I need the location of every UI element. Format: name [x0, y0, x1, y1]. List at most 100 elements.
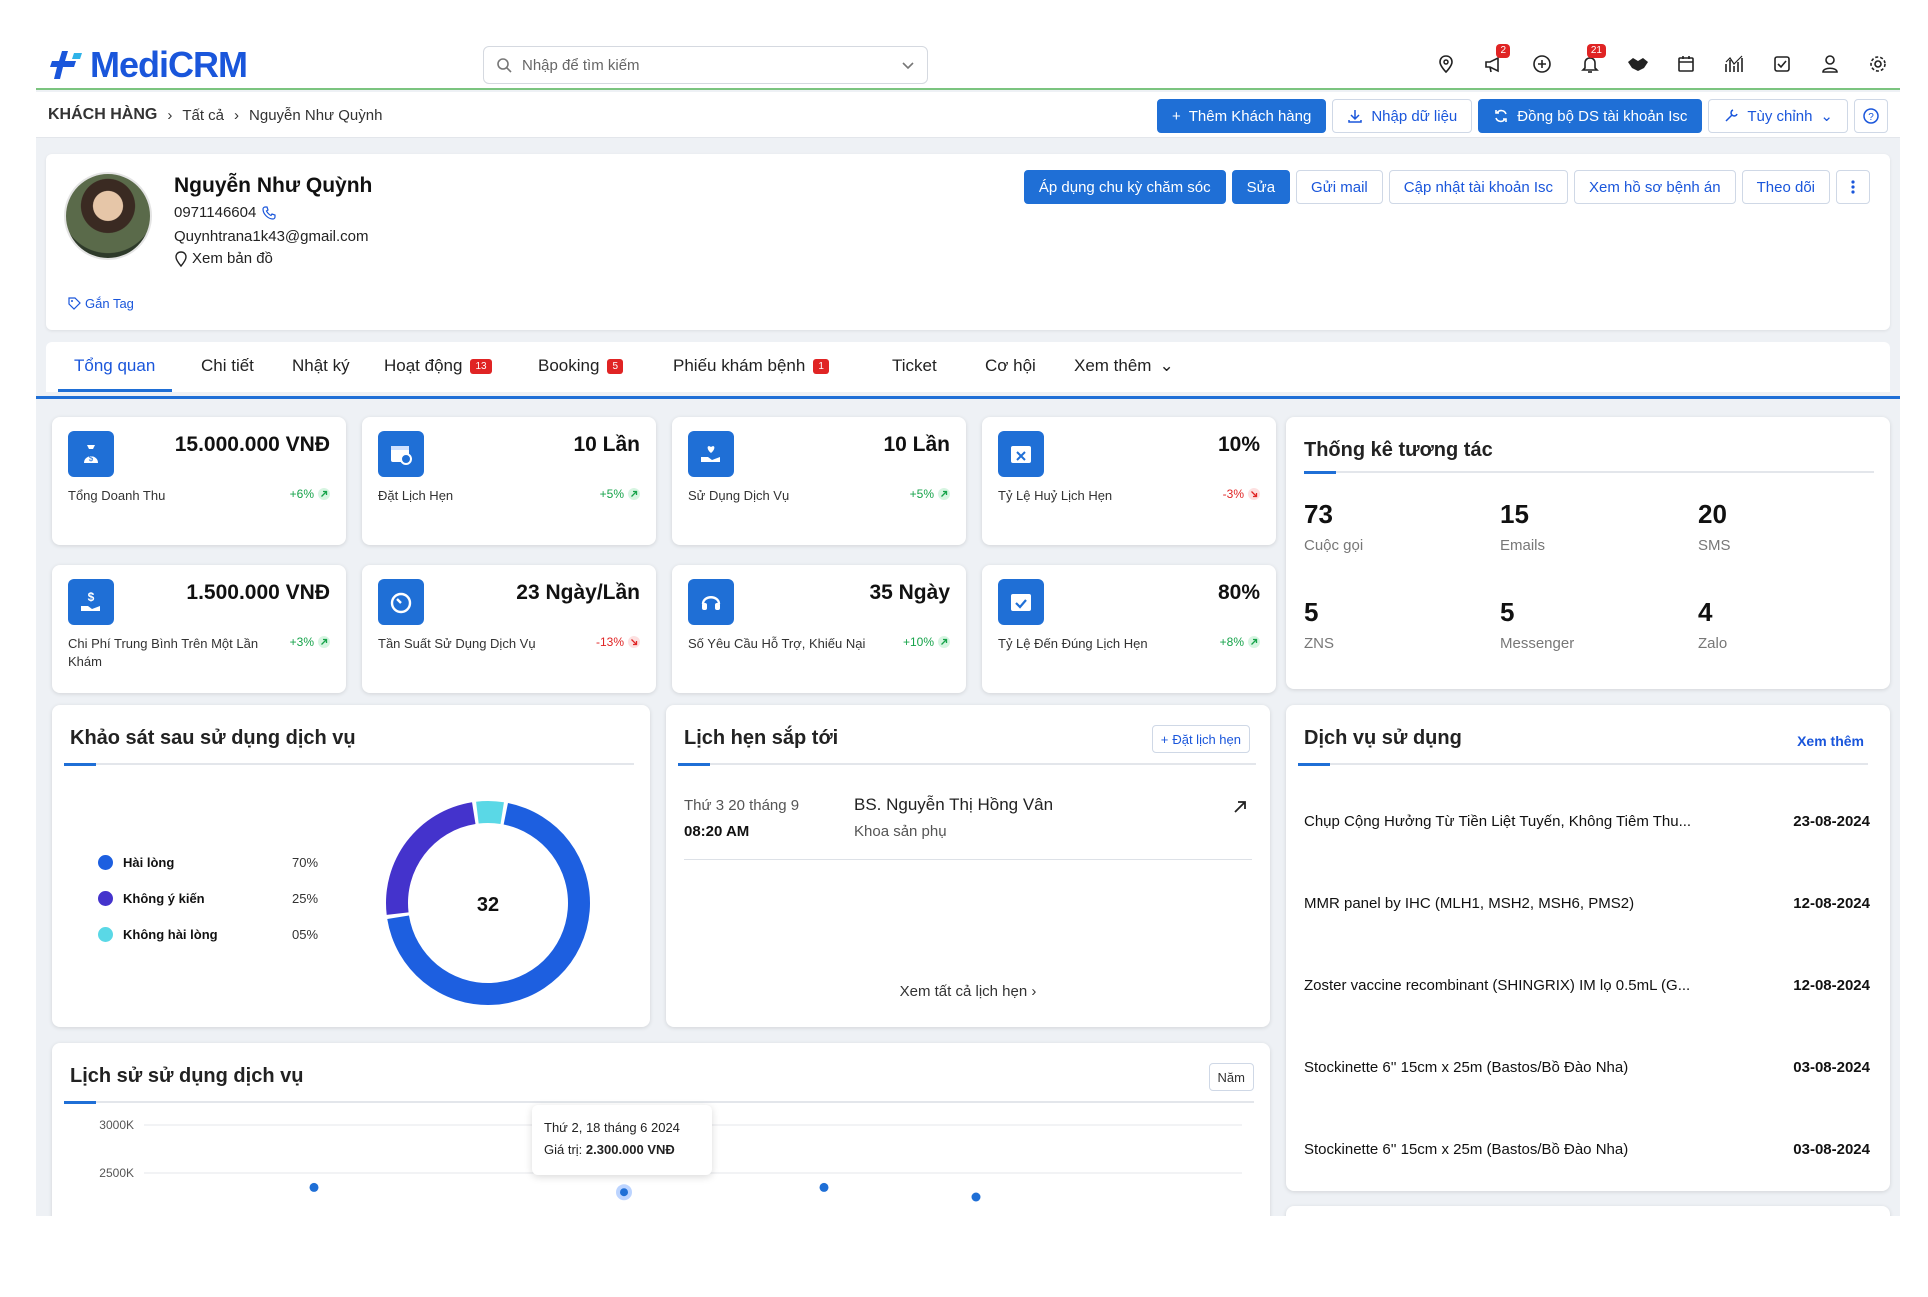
top-bar: MediCRM Nhập để tìm kiếm 2 21 — [36, 36, 1900, 90]
breadcrumb-root[interactable]: KHÁCH HÀNG — [48, 106, 157, 124]
legend-item: Không hài lòng 05% — [98, 927, 318, 942]
tab-badge: 13 — [470, 358, 492, 374]
svg-text:?: ? — [1868, 112, 1874, 123]
money-bag-icon: $ — [68, 431, 114, 477]
service-date: 12-08-2024 — [1793, 977, 1870, 994]
chart-point[interactable] — [971, 1192, 981, 1202]
more-options-button[interactable] — [1836, 170, 1870, 204]
update-isc-button[interactable]: Cập nhật tài khoản Isc — [1388, 170, 1569, 204]
tab-label: Hoạt động — [384, 356, 463, 375]
stat-label: Cuộc gọi — [1304, 537, 1364, 554]
import-label: Nhập dữ liệu — [1371, 107, 1458, 125]
donut-slice-2[interactable] — [386, 802, 476, 915]
service-name: Zoster vaccine recombinant (SHINGRIX) IM… — [1304, 977, 1691, 994]
phone-icon[interactable] — [262, 205, 276, 220]
kpi-delta: +5% — [910, 487, 950, 501]
stat-label: Zalo — [1698, 635, 1728, 652]
handshake-icon[interactable] — [1620, 46, 1656, 82]
tab-medical-slip[interactable]: Phiếu khám bệnh 1 — [673, 356, 829, 376]
service-row[interactable]: Zoster vaccine recombinant (SHINGRIX) IM… — [1304, 977, 1870, 994]
view-all-appointments-link[interactable]: Xem tất cả lịch hẹn › — [666, 983, 1270, 1000]
tab-more[interactable]: Xem thêm ⌄ — [1074, 356, 1174, 376]
profile-actions: Áp dụng chu kỳ chăm sóc Sửa Gửi mail Cập… — [1023, 170, 1870, 204]
avatar[interactable] — [64, 172, 152, 260]
bell-icon[interactable]: 21 — [1572, 44, 1608, 82]
help-button[interactable]: ? — [1854, 99, 1888, 133]
survey-title: Khảo sát sau sử dụng dịch vụ — [70, 727, 356, 749]
legend-item: Hài lòng 70% — [98, 855, 318, 870]
service-row[interactable]: Stockinette 6'' 15cm x 25m (Bastos/Bồ Đà… — [1304, 1059, 1870, 1076]
service-date: 03-08-2024 — [1793, 1059, 1870, 1076]
import-button[interactable]: Nhập dữ liệu — [1332, 99, 1473, 133]
megaphone-icon[interactable]: 2 — [1476, 44, 1512, 82]
kpi-label: Tổng Doanh Thu — [68, 488, 166, 503]
tab-booking[interactable]: Booking 5 — [538, 356, 623, 376]
user-icon[interactable] — [1812, 46, 1848, 82]
view-medical-record-button[interactable]: Xem hồ sơ bệnh án — [1574, 170, 1736, 204]
tab-ticket[interactable]: Ticket — [892, 356, 937, 376]
tab-log[interactable]: Nhật ký — [292, 356, 350, 376]
trend-up-icon — [938, 488, 950, 500]
heart-hand-icon — [688, 431, 734, 477]
service-row[interactable]: Stockinette 6'' 15cm x 25m (Bastos/Bồ Đà… — [1304, 1141, 1870, 1158]
customize-label: Tùy chỉnh — [1747, 107, 1813, 125]
chart-tooltip: Thứ 2, 18 tháng 6 2024 Giá trị: 2.300.00… — [532, 1105, 712, 1175]
apply-care-cycle-button[interactable]: Áp dụng chu kỳ chăm sóc — [1023, 170, 1226, 204]
task-check-icon[interactable] — [1764, 46, 1800, 82]
follow-button[interactable]: Theo dõi — [1741, 170, 1830, 204]
chart-point[interactable] — [616, 1184, 632, 1201]
add-appointment-button[interactable]: + Đặt lịch hẹn — [1151, 725, 1250, 753]
period-label: Năm — [1217, 1069, 1245, 1085]
tab-label: Phiếu khám bệnh — [673, 356, 806, 375]
open-external-icon[interactable] — [1232, 799, 1248, 815]
service-name: Chụp Cộng Hưởng Từ Tiền Liệt Tuyến, Khôn… — [1304, 813, 1692, 830]
customize-button[interactable]: Tùy chỉnh ⌄ — [1708, 99, 1848, 133]
donut-slice-3[interactable] — [476, 801, 504, 824]
svg-text:$: $ — [88, 590, 95, 604]
profile-email[interactable]: Quynhtrana1k43@gmail.com — [174, 228, 369, 245]
trend-down-icon — [628, 636, 640, 648]
add-customer-button[interactable]: + Thêm Khách hàng — [1156, 99, 1327, 133]
tab-divider — [36, 396, 1900, 399]
tab-details[interactable]: Chi tiết — [201, 356, 254, 376]
add-tag-button[interactable]: Gắn Tag — [68, 296, 134, 311]
stat-value: 4 — [1698, 597, 1713, 627]
breadcrumb-level1[interactable]: Tất cả — [182, 107, 224, 124]
chart-point[interactable] — [309, 1182, 319, 1192]
location-icon[interactable] — [1428, 46, 1464, 82]
chevron-down-icon[interactable] — [901, 58, 915, 72]
period-select[interactable]: Năm — [1208, 1063, 1254, 1091]
services-more-link[interactable]: Xem thêm — [1797, 733, 1864, 749]
tag-icon — [68, 297, 81, 310]
search-placeholder: Nhập để tìm kiếm — [522, 56, 640, 74]
kpi-card: $15.000.000 VNĐ Tổng Doanh Thu +6% — [52, 417, 346, 545]
calendar-x-icon — [998, 431, 1044, 477]
chart-point[interactable] — [819, 1182, 829, 1192]
appointment-divider — [684, 859, 1252, 860]
logo[interactable]: MediCRM — [48, 44, 248, 86]
analytics-icon[interactable] — [1716, 46, 1752, 82]
kpi-delta: +10% — [903, 635, 950, 649]
add-customer-label: Thêm Khách hàng — [1188, 107, 1312, 125]
tab-opportunity[interactable]: Cơ hội — [985, 356, 1036, 376]
trend-up-icon — [1248, 636, 1260, 648]
search-input[interactable]: Nhập để tìm kiếm — [483, 46, 928, 84]
add-circle-icon[interactable] — [1524, 46, 1560, 82]
tab-activity[interactable]: Hoạt động 13 — [384, 356, 492, 376]
stat-value: 5 — [1304, 597, 1319, 627]
tab-overview[interactable]: Tổng quan — [74, 356, 155, 376]
calendar-icon[interactable] — [1668, 46, 1704, 82]
kpi-value: 23 Ngày/Lần — [516, 581, 640, 604]
plus-icon: + — [1171, 107, 1181, 125]
edit-button[interactable]: Sửa — [1231, 170, 1291, 204]
gear-icon[interactable] — [1860, 46, 1896, 82]
service-row[interactable]: Chụp Cộng Hưởng Từ Tiền Liệt Tuyến, Khôn… — [1304, 813, 1870, 830]
send-mail-button[interactable]: Gửi mail — [1296, 170, 1383, 204]
service-row[interactable]: MMR panel by IHC (MLH1, MSH2, MSH6, PMS2… — [1304, 895, 1870, 912]
hand-dollar-icon: $ — [68, 579, 114, 625]
legend-label: Không hài lòng — [123, 927, 218, 942]
kpi-delta: +6% — [290, 487, 330, 501]
sync-button[interactable]: Đồng bộ DS tài khoản Isc — [1478, 99, 1703, 133]
send-mail-label: Gửi mail — [1311, 178, 1368, 196]
view-map-link[interactable]: Xem bản đồ — [174, 250, 273, 267]
